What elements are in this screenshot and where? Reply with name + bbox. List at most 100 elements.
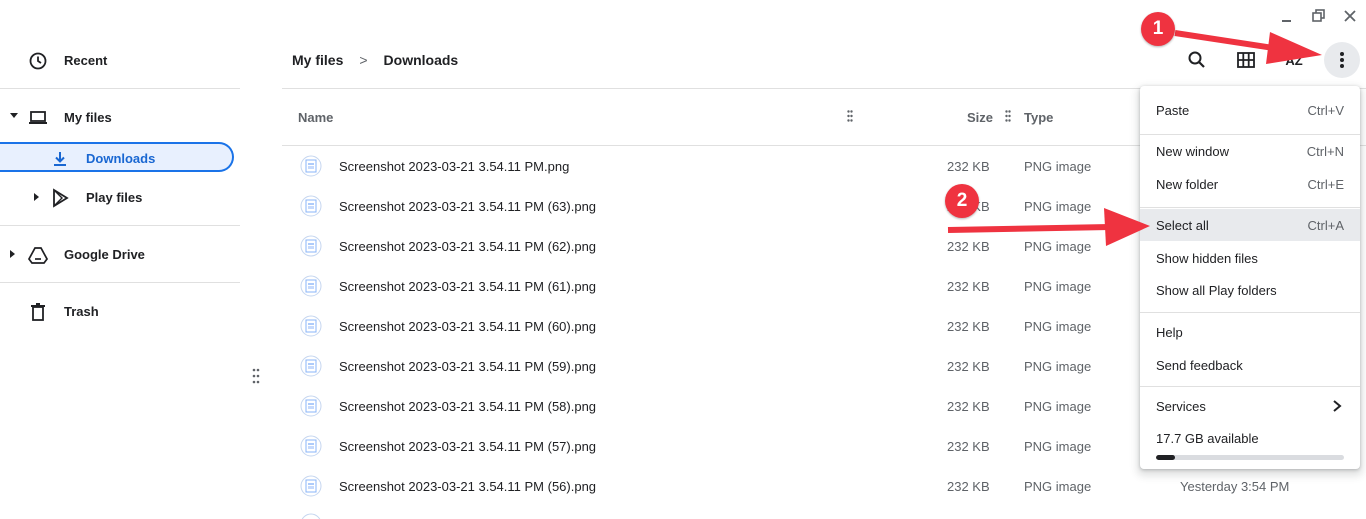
table-row[interactable]: Screenshot 2023-03-21 3.54.11 PM (56).pn… <box>282 466 1366 506</box>
sidebar-item-label: My files <box>64 110 112 125</box>
download-icon <box>50 149 70 169</box>
sidebar-item-google-drive[interactable]: Google Drive <box>0 238 240 270</box>
file-size: 232 KB <box>947 479 990 494</box>
file-date: Yesterday 3:54 PM <box>1180 479 1290 494</box>
grid-view-icon <box>1237 52 1255 68</box>
column-header-type[interactable]: Type <box>1024 110 1053 125</box>
grid-view-button[interactable] <box>1228 42 1264 78</box>
file-type: PNG image <box>1024 279 1092 294</box>
divider <box>0 225 240 226</box>
image-file-icon <box>300 435 322 457</box>
image-file-icon <box>300 513 322 519</box>
sidebar-resize-handle[interactable] <box>252 368 260 384</box>
image-file-icon <box>300 235 322 257</box>
file-name: Screenshot 2023-03-21 3.54.11 PM (62).pn… <box>339 239 597 254</box>
file-name: Screenshot 2023-03-21 3.54.11 PM (59).pn… <box>339 359 597 374</box>
close-icon[interactable] <box>1342 8 1358 24</box>
storage-usage-fill <box>1156 455 1175 460</box>
file-name: Screenshot 2023-03-21 3.54.11 PM (60).pn… <box>339 319 597 334</box>
image-file-icon <box>300 355 322 377</box>
menu-item-show-play-folders[interactable]: Show all Play folders <box>1140 274 1360 306</box>
column-header-name[interactable]: Name <box>298 110 333 125</box>
expand-arrow-icon[interactable] <box>34 193 39 201</box>
play-store-icon <box>50 188 70 208</box>
sidebar-item-my-files[interactable]: My files <box>0 101 240 133</box>
sort-icon: AZ <box>1285 52 1303 68</box>
breadcrumb: My files > Downloads <box>292 52 458 68</box>
image-file-icon <box>300 315 322 337</box>
menu-divider <box>1140 386 1360 387</box>
restore-icon[interactable] <box>1311 8 1327 24</box>
file-type: PNG image <box>1024 479 1092 494</box>
storage-usage-bar <box>1156 455 1344 460</box>
sidebar-item-recent[interactable]: Recent <box>0 44 240 76</box>
menu-item-new-window[interactable]: New window Ctrl+N <box>1140 135 1360 167</box>
clock-icon <box>28 51 48 71</box>
file-name: Screenshot 2023-03-21 3.54.11 PM.png <box>339 159 570 174</box>
file-type: PNG image <box>1024 199 1092 214</box>
menu-item-select-all[interactable]: Select all Ctrl+A <box>1140 209 1360 241</box>
image-file-icon <box>300 395 322 417</box>
file-size: 232 KB <box>947 239 990 254</box>
sidebar-item-play-files[interactable]: Play files <box>0 181 240 213</box>
expand-arrow-icon[interactable] <box>10 250 15 258</box>
more-options-menu: Paste Ctrl+V New window Ctrl+N New folde… <box>1140 86 1360 469</box>
sidebar-item-trash[interactable]: Trash <box>0 295 240 327</box>
sort-button[interactable]: AZ <box>1276 42 1312 78</box>
menu-item-show-hidden-files[interactable]: Show hidden files <box>1140 242 1360 274</box>
file-type: PNG image <box>1024 439 1092 454</box>
file-size: 232 KB <box>947 399 990 414</box>
file-type: PNG image <box>1024 399 1092 414</box>
file-name: Screenshot 2023-03-21 3.54.11 PM (56).pn… <box>339 479 597 494</box>
sidebar-item-downloads[interactable]: Downloads <box>0 142 234 172</box>
column-header-size[interactable]: Size <box>967 110 993 125</box>
menu-item-services[interactable]: Services <box>1140 390 1360 422</box>
minimize-icon[interactable] <box>1279 8 1295 24</box>
sidebar-item-label: Trash <box>64 304 99 319</box>
google-drive-icon <box>27 245 49 265</box>
file-name: Screenshot 2023-03-21 3.54.11 PM (58).pn… <box>339 399 597 414</box>
menu-divider <box>1140 312 1360 313</box>
file-name: Screenshot 2023-03-21 3.54.11 PM (61).pn… <box>339 279 597 294</box>
chevron-right-icon: > <box>359 52 368 68</box>
file-size: 232 KB <box>947 279 990 294</box>
menu-item-paste[interactable]: Paste Ctrl+V <box>1140 94 1360 126</box>
sidebar-item-label: Google Drive <box>64 247 145 262</box>
divider <box>0 282 240 283</box>
chevron-right-icon <box>1330 399 1344 416</box>
file-size: 232 KB <box>947 359 990 374</box>
column-resize-handle[interactable] <box>847 110 853 122</box>
divider <box>0 88 240 89</box>
image-file-icon <box>300 155 322 177</box>
annotation-badge-1: 1 <box>1141 12 1175 46</box>
file-size: 232 KB <box>947 159 990 174</box>
search-icon <box>1188 51 1205 68</box>
file-name: Screenshot 2023-03-21 3.54.11 PM (63).pn… <box>339 199 597 214</box>
menu-item-new-folder[interactable]: New folder Ctrl+E <box>1140 168 1360 200</box>
image-file-icon <box>300 275 322 297</box>
sidebar-item-label: Play files <box>86 190 143 205</box>
more-options-button[interactable] <box>1324 42 1360 78</box>
breadcrumb-root[interactable]: My files <box>292 52 343 68</box>
file-name: Screenshot 2023-03-21 3.54.11 PM (57).pn… <box>339 439 597 454</box>
menu-item-help[interactable]: Help <box>1140 316 1360 348</box>
image-file-icon <box>300 475 322 497</box>
menu-divider <box>1140 207 1360 208</box>
column-resize-handle[interactable] <box>1005 110 1011 122</box>
storage-info: 17.7 GB available <box>1156 431 1259 446</box>
file-size: 232 KB <box>947 439 990 454</box>
file-type: PNG image <box>1024 239 1092 254</box>
file-type: PNG image <box>1024 319 1092 334</box>
menu-item-send-feedback[interactable]: Send feedback <box>1140 349 1360 381</box>
sidebar: Recent My files Downloads Play files Goo… <box>0 0 240 519</box>
sidebar-item-label: Downloads <box>86 151 156 166</box>
expand-arrow-icon[interactable] <box>10 113 18 118</box>
laptop-icon <box>28 108 48 128</box>
search-button[interactable] <box>1179 42 1215 78</box>
file-type: PNG image <box>1024 159 1092 174</box>
sidebar-item-label: Recent <box>64 53 108 68</box>
image-file-icon <box>300 195 322 217</box>
annotation-badge-2: 2 <box>945 184 979 218</box>
more-vertical-icon <box>1340 52 1344 68</box>
breadcrumb-current[interactable]: Downloads <box>384 52 459 68</box>
